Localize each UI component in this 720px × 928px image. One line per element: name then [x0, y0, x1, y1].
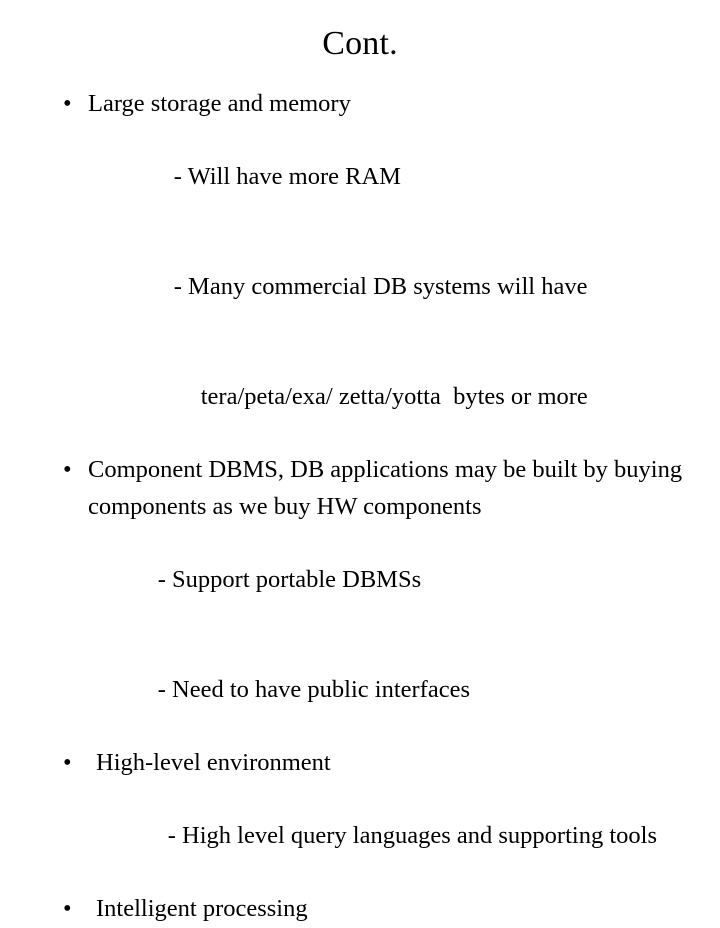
list-item-label: Large storage and memory	[88, 90, 351, 117]
list-item: • Large storage and memory	[34, 86, 694, 123]
list-item: - Support portable DBMSs	[34, 525, 694, 635]
list-item-label: - Will have more RAM	[173, 163, 401, 191]
bullet-icon: •	[63, 748, 72, 776]
list-item: - Will have more RAM	[34, 123, 694, 233]
bullet-icon: •	[63, 455, 72, 483]
list-item: • Intelligent processing	[34, 891, 694, 928]
list-item: - High level query languages and support…	[34, 781, 694, 891]
list-item-label: Intelligent processing	[96, 895, 308, 923]
list-item-label: High-level environment	[96, 748, 331, 776]
list-item-label: - High level query languages and support…	[167, 821, 657, 849]
list-item-label: Component DBMS, DB applications may be b…	[88, 455, 683, 520]
list-item: - Many commercial DB systems will have	[34, 232, 694, 342]
list-item-label: tera/peta/exa/ zetta/yotta bytes or more	[200, 382, 588, 410]
bullet-icon: •	[63, 895, 72, 923]
list-item-label: - Many commercial DB systems will have	[173, 272, 588, 300]
bullet-icon: •	[63, 90, 72, 117]
list-item: • Component DBMS, DB applications may be…	[34, 452, 694, 525]
page-title: Cont.	[322, 25, 398, 62]
list-item-label: - Need to have public interfaces	[157, 675, 470, 703]
list-item: tera/peta/exa/ zetta/yotta bytes or more	[34, 342, 694, 452]
list-item: - Need to have public interfaces	[34, 635, 694, 745]
slide-canvas: Cont. • Large storage and memory - Will …	[0, 0, 720, 922]
list-item-label: - Support portable DBMSs	[157, 565, 422, 593]
list-item: • High-level environment	[34, 745, 694, 782]
slide-body: • Large storage and memory - Will have m…	[34, 86, 694, 928]
